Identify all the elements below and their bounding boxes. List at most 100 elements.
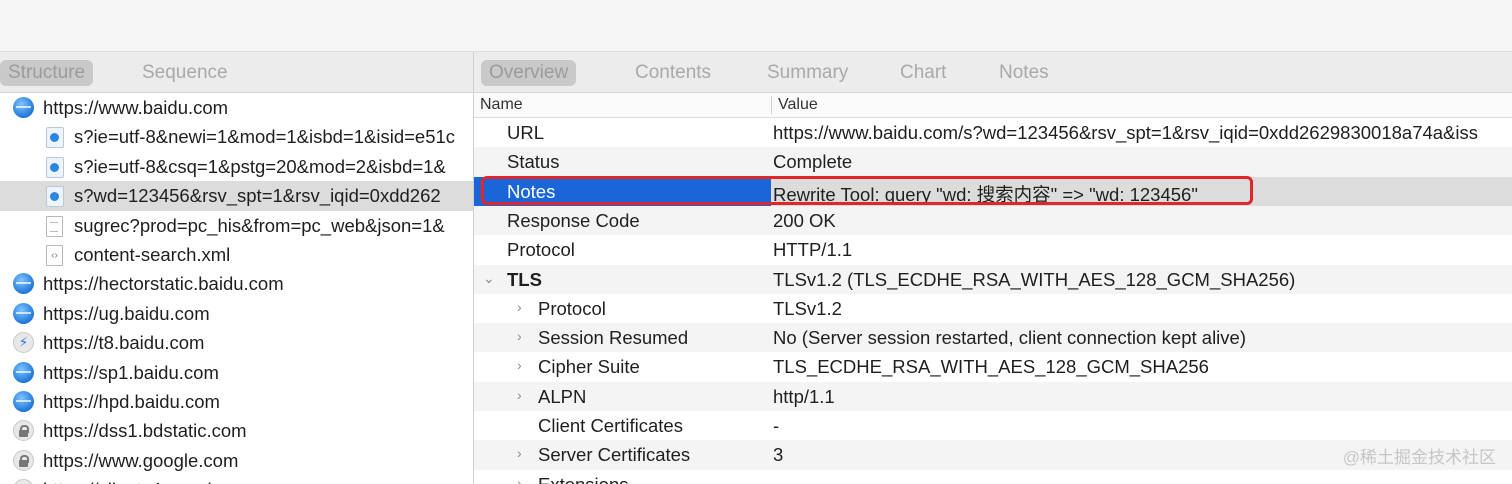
row-value: TLSv1.2 (TLS_ECDHE_RSA_WITH_AES_128_GCM_… <box>773 268 1296 290</box>
lock-icon <box>13 479 34 484</box>
globe-icon <box>13 273 34 295</box>
value-column-header[interactable]: Value <box>778 96 818 114</box>
lock-icon <box>13 449 34 471</box>
code-file-icon: ‹› <box>46 245 63 266</box>
row-name: Protocol <box>507 239 575 261</box>
tree-row[interactable]: ⚡ https://t8.baidu.com <box>0 328 473 357</box>
tab-overview[interactable]: Overview <box>481 60 577 86</box>
tree-row[interactable]: https://hectorstatic.baidu.com <box>0 269 473 298</box>
globe-icon <box>13 391 34 412</box>
bolt-icon: ⚡ <box>13 332 34 354</box>
row-name: Notes <box>507 180 556 202</box>
request-icon <box>46 127 64 149</box>
tree-row-label: s?ie=utf-8&newi=1&mod=1&isbd=1&isid=e51c <box>74 126 456 148</box>
name-column-header[interactable]: Name <box>480 96 523 114</box>
tree-row-label: https://ug.baidu.com <box>43 302 210 324</box>
row-name: ALPN <box>538 385 587 407</box>
column-divider[interactable] <box>771 96 772 114</box>
row-value: Rewrite Tool: query "wd: 搜索内容" => "wd: 1… <box>773 183 1198 205</box>
tree-row-label: https://hpd.baidu.com <box>43 391 220 412</box>
chevron-right-icon[interactable]: › <box>517 475 522 484</box>
tab-notes[interactable]: Notes <box>991 60 1057 86</box>
tree-row[interactable]: https://dss1.bdstatic.com <box>0 416 473 445</box>
tree-row[interactable]: s?ie=utf-8&csq=1&pstg=20&mod=2&isbd=1& <box>0 152 473 181</box>
row-name: Extensions <box>538 474 629 484</box>
left-tab-bar: Structure Sequence <box>0 52 473 93</box>
table-row[interactable]: Notes Rewrite Tool: query "wd: 搜索内容" => "… <box>474 176 1512 206</box>
table-row[interactable]: › Cipher Suite TLS_ECDHE_RSA_WITH_AES_128_… <box>474 352 1512 381</box>
row-value: http/1.1 <box>773 385 835 407</box>
tree-row-label: https://www.baidu.com <box>43 97 229 118</box>
tree-row[interactable]: https://www.google.com <box>0 446 473 475</box>
table-row[interactable]: ⌄ TLS TLSv1.2 (TLS_ECDHE_RSA_WITH_AES_128_… <box>474 264 1512 294</box>
chevron-down-icon[interactable]: ⌄ <box>483 270 495 287</box>
row-value: TLSv1.2 <box>773 297 842 319</box>
tree-row-label: sugrec?prod=pc_his&from=pc_web&json=1& <box>74 214 445 236</box>
table-row[interactable]: Response Code 200 OK <box>474 205 1512 236</box>
lock-icon <box>13 420 34 442</box>
tree-row-label: https://sp1.baidu.com <box>43 361 219 383</box>
tab-summary[interactable]: Summary <box>759 60 856 86</box>
table-row[interactable]: › ALPN http/1.1 <box>474 381 1512 411</box>
row-value: 200 OK <box>773 209 836 231</box>
tree-row-label: content-search.xml <box>74 244 231 265</box>
row-name: Server Certificates <box>538 444 691 466</box>
tree-row[interactable]: ‹› content-search.xml <box>0 240 473 269</box>
chevron-right-icon[interactable]: › <box>517 299 522 315</box>
window-toolbar <box>0 0 1512 52</box>
tab-chart[interactable]: Chart <box>892 60 954 86</box>
row-name: Cipher Suite <box>538 356 640 378</box>
tree-row[interactable]: s?ie=utf-8&newi=1&mod=1&isbd=1&isid=e51c <box>0 122 473 151</box>
tree-row-label: s?ie=utf-8&csq=1&pstg=20&mod=2&isbd=1& <box>74 155 446 177</box>
tree-row[interactable]: https://hpd.baidu.com <box>0 387 473 416</box>
row-name: TLS <box>507 268 542 290</box>
tree-row-label: https://clients4.google.com <box>43 479 262 484</box>
tree-row[interactable]: https://sp1.baidu.com <box>0 358 473 387</box>
row-value: https://www.baidu.com/s?wd=123456&rsv_sp… <box>773 122 1479 143</box>
row-value: Complete <box>773 151 853 173</box>
request-icon <box>46 156 64 178</box>
tab-contents[interactable]: Contents <box>627 60 719 86</box>
tree-row[interactable]: https://clients4.google.com <box>0 475 473 484</box>
chevron-right-icon[interactable]: › <box>517 445 522 461</box>
structure-pane: Structure Sequence https://www.baidu.com… <box>0 52 474 484</box>
table-row[interactable]: Protocol HTTP/1.1 <box>474 235 1512 264</box>
tab-sequence[interactable]: Sequence <box>134 60 236 86</box>
row-value: TLS_ECDHE_RSA_WITH_AES_128_GCM_SHA256 <box>773 356 1209 378</box>
column-header: Name Value <box>474 93 1512 118</box>
chevron-right-icon[interactable]: › <box>517 328 522 344</box>
tree-row-label: s?wd=123456&rsv_spt=1&rsv_iqid=0xdd262 <box>74 185 441 207</box>
row-value: No (Server session restarted, client con… <box>773 327 1246 349</box>
document-icon <box>46 215 63 237</box>
table-row[interactable]: Status Complete <box>474 147 1512 177</box>
watermark: @稀土掘金技术社区 <box>1342 448 1496 467</box>
row-name: Status <box>507 151 560 173</box>
row-name: Protocol <box>538 297 606 319</box>
detail-pane: Overview Contents Summary Chart Notes Na… <box>474 52 1512 484</box>
tree-row[interactable]: s?wd=123456&rsv_spt=1&rsv_iqid=0xdd262 <box>0 181 473 211</box>
row-name: Response Code <box>507 209 640 231</box>
row-name: Session Resumed <box>538 327 689 349</box>
table-row[interactable]: › Extensions <box>474 470 1512 484</box>
table-row[interactable]: › Session Resumed No (Server session resta… <box>474 323 1512 353</box>
row-name: Client Certificates <box>538 415 683 436</box>
chevron-right-icon[interactable]: › <box>517 387 522 403</box>
table-row[interactable]: Client Certificates - <box>474 411 1512 440</box>
right-tab-bar: Overview Contents Summary Chart Notes <box>474 52 1512 93</box>
globe-icon <box>13 97 34 118</box>
chevron-right-icon[interactable]: › <box>517 357 522 373</box>
row-name: URL <box>507 122 545 143</box>
request-icon <box>46 186 64 208</box>
tree-row-label: https://t8.baidu.com <box>43 332 205 354</box>
tab-structure[interactable]: Structure <box>0 60 94 86</box>
globe-icon <box>13 361 34 383</box>
tree-row-label: https://dss1.bdstatic.com <box>43 420 247 442</box>
table-row[interactable]: › Protocol TLSv1.2 <box>474 294 1512 323</box>
tree-row[interactable]: sugrec?prod=pc_his&from=pc_web&json=1& <box>0 211 473 240</box>
globe-icon <box>13 302 34 324</box>
row-value: - <box>773 415 780 436</box>
table-row[interactable]: URL https://www.baidu.com/s?wd=123456&rsv… <box>474 118 1512 147</box>
tree-row[interactable]: https://www.baidu.com <box>0 93 473 122</box>
tree-row[interactable]: https://ug.baidu.com <box>0 299 473 328</box>
tree-row-label: https://www.google.com <box>43 449 239 471</box>
